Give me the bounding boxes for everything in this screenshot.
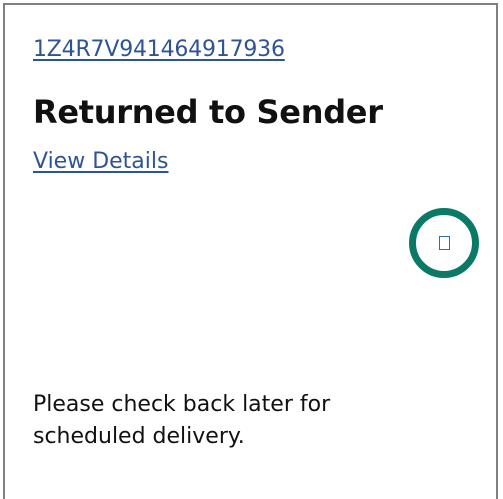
status-ring-icon[interactable] [409,208,479,278]
shipment-status-heading: Returned to Sender [33,93,383,131]
delivery-message-line1: Please check back later for [33,392,331,417]
tracking-card: 1Z4R7V941464917936 Returned to Sender Vi… [3,3,498,499]
view-details-link[interactable]: View Details [33,149,168,174]
delivery-message-line2: scheduled delivery. [33,424,245,449]
delivery-message: Please check back later for scheduled de… [33,389,330,453]
tracking-number-link[interactable]: 1Z4R7V941464917936 [33,37,285,62]
missing-glyph-box-icon [438,236,450,250]
